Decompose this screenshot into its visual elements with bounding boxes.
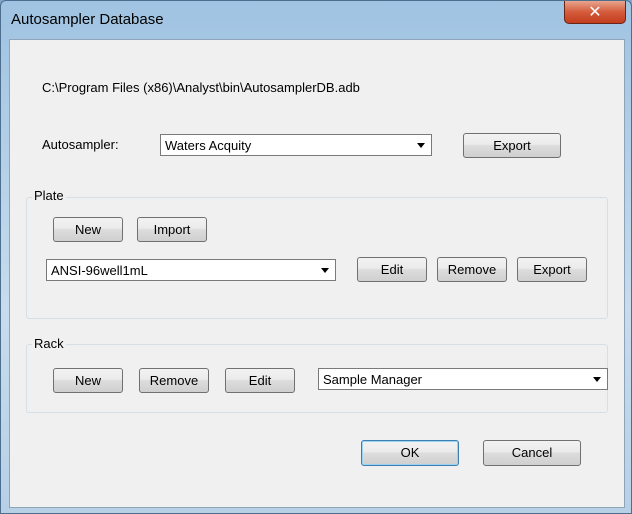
autosampler-select[interactable]: Waters Acquity (160, 134, 432, 156)
rack-new-button[interactable]: New (53, 368, 123, 393)
dialog-body: C:\Program Files (x86)\Analyst\bin\Autos… (9, 39, 625, 508)
plate-new-button[interactable]: New (53, 217, 123, 242)
rack-select[interactable]: Sample Manager (318, 368, 608, 390)
cancel-button[interactable]: Cancel (483, 440, 581, 466)
plate-export-button[interactable]: Export (517, 257, 587, 282)
chevron-down-icon (321, 268, 329, 273)
dialog-window: Autosampler Database ✕ C:\Program Files … (0, 0, 632, 514)
autosampler-export-button[interactable]: Export (463, 133, 561, 158)
plate-select[interactable]: ANSI-96well1mL (46, 259, 336, 281)
plate-select-value: ANSI-96well1mL (51, 263, 148, 278)
autosampler-select-value: Waters Acquity (165, 138, 252, 153)
ok-button[interactable]: OK (361, 440, 459, 466)
rack-edit-button[interactable]: Edit (225, 368, 295, 393)
rack-remove-button[interactable]: Remove (139, 368, 209, 393)
plate-import-button[interactable]: Import (137, 217, 207, 242)
autosampler-label: Autosampler: (42, 137, 119, 152)
chevron-down-icon (417, 143, 425, 148)
rack-select-value: Sample Manager (323, 372, 422, 387)
database-path: C:\Program Files (x86)\Analyst\bin\Autos… (42, 80, 360, 95)
close-icon: ✕ (588, 2, 602, 21)
rack-group-label: Rack (32, 336, 66, 351)
plate-remove-button[interactable]: Remove (437, 257, 507, 282)
plate-edit-button[interactable]: Edit (357, 257, 427, 282)
window-title: Autosampler Database (11, 11, 164, 28)
close-button[interactable]: ✕ (564, 1, 626, 24)
plate-group-label: Plate (32, 188, 66, 203)
chevron-down-icon (593, 377, 601, 382)
